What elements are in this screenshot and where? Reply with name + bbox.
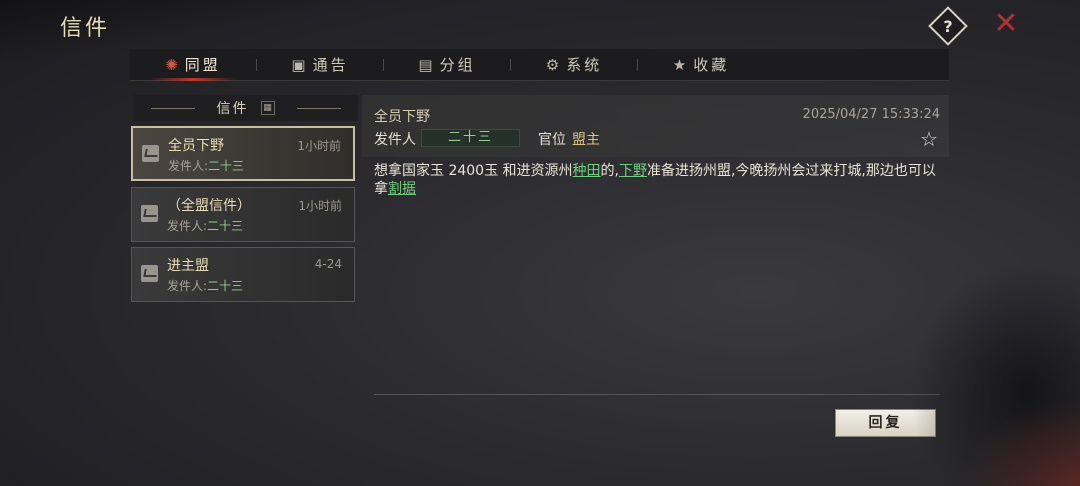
body-link[interactable]: 下野 [619,163,647,179]
detail-rank-value: 盟主 [572,132,600,148]
tab-notice[interactable]: ▣ 通告 [257,49,383,81]
mail-sender: 发件人:二十三 [167,219,244,233]
mail-time: 4-24 [314,257,342,271]
close-icon[interactable]: ✕ [990,6,1022,42]
detail-rank-label: 官位 [538,132,566,148]
tab-label: 通告 [312,56,349,74]
mail-time: 1小时前 [297,139,341,153]
body-link[interactable]: 割据 [388,181,416,197]
notice-icon: ▣ [291,55,306,74]
alliance-icon: ✺ [165,55,178,74]
mail-detail-header [362,95,949,157]
group-icon: ▤ [418,55,433,74]
mail-subject: 全员下野 [168,138,224,154]
header-line-left [150,107,195,109]
tab-group[interactable]: ▤ 分组 [384,49,510,81]
help-button[interactable]: ? [928,6,968,46]
header-line-right [296,107,341,109]
mail-tabs: ✺ 同盟 ▣ 通告 ▤ 分组 ⚙ 系统 ★ 收藏 [130,49,949,81]
list-item[interactable]: 全员下野 1小时前 发件人:二十三 [131,126,355,181]
detail-divider [374,394,940,395]
list-item[interactable]: （全盟信件） 1小时前 发件人:二十三 [131,187,355,242]
mail-body: 想拿国家玉 2400玉 和进资源州种田的,下野准备进扬州盟,今晚扬州会过来打城,… [374,163,936,197]
list-item[interactable]: 进主盟 4-24 发件人:二十三 [131,247,355,302]
detail-date: 2025/04/27 15:33:24 [802,107,940,122]
mail-list-title: 信件 [216,101,249,117]
mail-time: 1小时前 [298,199,342,213]
tab-system[interactable]: ⚙ 系统 [511,49,637,81]
envelope-icon [141,265,158,282]
tab-label: 收藏 [693,56,730,74]
gear-icon: ⚙ [545,55,560,74]
page-title: 信件 [60,16,111,41]
tab-favorites[interactable]: ★ 收藏 [638,49,764,81]
detail-subject: 全员下野 [374,109,430,125]
sort-icon[interactable]: ▦ [260,101,275,115]
envelope-icon [142,145,159,162]
detail-sender-label: 发件人 [374,132,416,148]
detail-sender-name[interactable]: 二十三 [421,129,520,147]
favorite-star-icon[interactable]: ☆ [920,128,938,150]
mail-sender: 发件人:二十三 [168,159,245,173]
help-icon: ? [943,16,953,36]
mail-subject: 进主盟 [167,258,209,274]
mail-subject: （全盟信件） [167,198,251,214]
star-icon: ★ [672,55,687,74]
red-glow-decoration [960,400,1080,486]
tab-label: 分组 [439,56,476,74]
tab-alliance[interactable]: ✺ 同盟 [130,49,256,81]
mail-sender: 发件人:二十三 [167,279,244,293]
mail-list-header: 信件 ▦ [133,95,358,121]
body-link[interactable]: 种田 [573,163,601,179]
tab-label: 系统 [566,56,603,74]
envelope-icon [141,205,158,222]
tab-label: 同盟 [184,56,221,74]
